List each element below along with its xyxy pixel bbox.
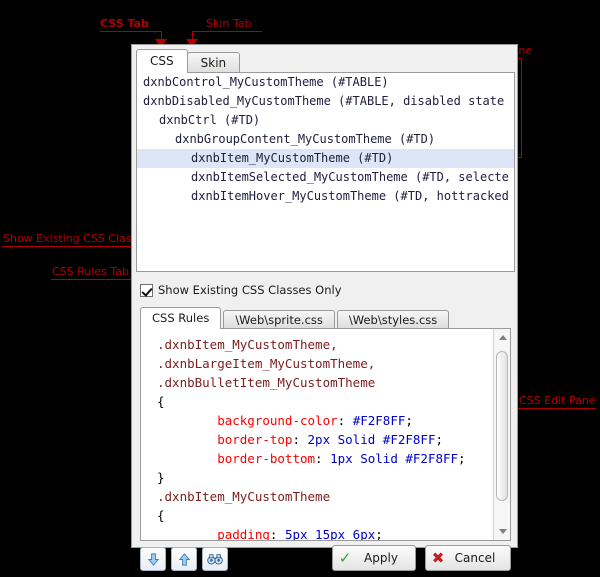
code-line: { [157,506,492,525]
tab-styles-css[interactable]: \Web\styles.css [336,310,450,329]
annotation-selector-pane-leader [521,58,522,158]
cancel-button-label: Cancel [454,551,496,565]
selector-row-selected[interactable]: dxnbItem_MyCustomTheme (#TD) [137,149,514,168]
show-existing-css-classes-checkbox[interactable] [140,283,153,297]
css-code-editor[interactable]: .dxnbItem_MyCustomTheme, .dxnbLargeItem_M… [140,328,511,541]
selector-row[interactable]: dxnbDisabled_MyCustomTheme (#TABLE, disa… [137,92,514,111]
selector-row[interactable]: dxnbGroupContent_MyCustomTheme (#TD) [137,130,514,149]
code-token: .dxnbBulletItem_MyCustomTheme [157,375,376,390]
close-icon: ✖ [431,548,445,567]
code-line: border-top: 2px Solid #F2F8FF; [157,430,492,449]
scrollbar-thumb[interactable] [496,351,508,501]
selector-navigation-pane[interactable]: dxnbControl_MyCustomTheme (#TABLE) dxnbD… [136,72,515,272]
code-line: .dxnbItem_MyCustomTheme [157,487,492,506]
annotation-css-rules-tab: CSS Rules Tab [52,265,129,278]
tab-css[interactable]: CSS [136,49,188,73]
css-edit-pane: CSS Rules \Web\sprite.css \Web\styles.cs… [140,307,511,541]
code-token: ; [435,432,443,447]
code-token: .dxnbItem_MyCustomTheme [157,489,331,504]
selector-row[interactable]: dxnbItemHover_MyCustomTheme (#TD, hottra… [137,187,514,206]
dialog-button-bar: ✓ Apply ✖ Cancel [140,545,511,575]
css-code-lines[interactable]: .dxnbItem_MyCustomTheme, .dxnbLargeItem_M… [141,329,492,540]
scroll-down-button[interactable] [494,523,510,540]
code-token: : [315,451,331,466]
code-token: border-top [157,432,293,447]
arrow-up-icon [178,552,190,566]
move-up-button[interactable] [171,547,197,571]
annotation-css-edit-pane: CSS Edit Pane [519,394,596,407]
move-down-button[interactable] [140,547,166,571]
annotation-css-edit-pane-underline [518,408,596,409]
tab-skin[interactable]: Skin [186,52,241,73]
annotation-css-tab: CSS Tab [100,17,149,30]
tab-css-rules[interactable]: CSS Rules [140,307,222,329]
annotation-show-existing-underline [2,246,130,247]
show-existing-css-classes-row[interactable]: Show Existing CSS Classes Only [140,283,342,297]
code-token: { [157,394,165,409]
code-line: .dxnbBulletItem_MyCustomTheme [157,373,492,392]
cancel-button[interactable]: ✖ Cancel [425,545,511,571]
code-token: ; [458,451,466,466]
show-existing-css-classes-label: Show Existing CSS Classes Only [158,283,342,297]
arrow-down-icon [147,552,159,566]
top-tab-strip: CSS Skin [136,49,241,73]
code-line: .dxnbLargeItem_MyCustomTheme, [157,354,492,373]
selector-row[interactable]: dxnbItemSelected_MyCustomTheme (#TD, sel… [137,168,514,187]
annotation-show-existing: Show Existing CSS Classes [3,232,150,245]
find-button[interactable] [202,547,228,571]
code-token: : [337,413,353,428]
edit-pane-tab-strip: CSS Rules \Web\sprite.css \Web\styles.cs… [140,307,451,329]
code-token: padding [157,527,270,540]
code-token: border-bottom [157,451,316,466]
code-line: background-color: #F2F8FF; [157,411,492,430]
code-token: background-color [157,413,338,428]
code-token: .dxnbItem_MyCustomTheme, [157,337,338,352]
selector-row[interactable]: dxnbCtrl (#TD) [137,111,514,130]
annotation-skin-tab-underline [192,31,262,32]
code-token: { [157,508,165,523]
code-token: 1px Solid #F2F8FF [330,451,459,466]
code-token: ; [405,413,413,428]
check-icon: ✓ [338,548,352,567]
annotation-css-rules-tab-underline [51,279,130,280]
code-token: } [157,470,165,485]
apply-button[interactable]: ✓ Apply [332,545,416,571]
tab-sprite-css[interactable]: \Web\sprite.css [223,310,335,329]
annotation-skin-tab: Skin Tab [206,17,252,30]
code-token: 5px 15px 6px [284,527,376,540]
triangle-down-icon [498,529,507,534]
code-line: border-bottom: 1px Solid #F2F8FF; [157,449,492,468]
code-token: 2px Solid #F2F8FF [307,432,436,447]
apply-button-label: Apply [364,551,398,565]
code-token: .dxnbLargeItem_MyCustomTheme, [157,356,376,371]
binoculars-icon [207,553,223,564]
code-scrollbar[interactable] [493,329,510,540]
code-token: #F2F8FF [352,413,406,428]
triangle-up-icon [498,335,507,340]
code-line: } [157,468,492,487]
scroll-up-button[interactable] [494,329,510,346]
selector-row[interactable]: dxnbControl_MyCustomTheme (#TABLE) [137,73,514,92]
code-line: { [157,392,492,411]
code-token: : [269,527,285,540]
annotation-css-tab-underline [100,31,162,32]
css-editor-dialog: CSS Skin dxnbControl_MyCustomTheme (#TAB… [131,44,518,571]
code-token: ; [375,527,383,540]
code-line: padding: 5px 15px 6px; [157,525,492,540]
code-line: .dxnbItem_MyCustomTheme, [157,335,492,354]
code-token: : [292,432,308,447]
